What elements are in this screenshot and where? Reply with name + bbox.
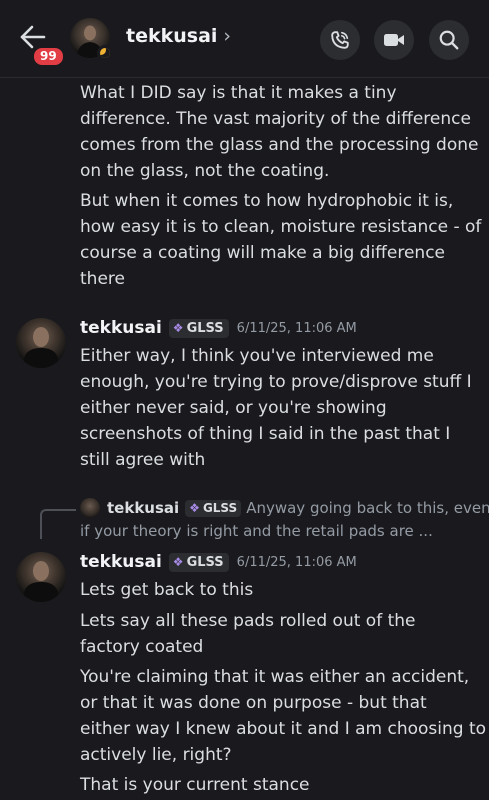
guild-tag[interactable]: ❖ GLSS bbox=[168, 552, 229, 572]
message-text-line: Lets get back to this bbox=[80, 580, 254, 600]
reply-connector bbox=[40, 509, 76, 539]
author-name[interactable]: tekkusai bbox=[80, 318, 162, 338]
message-text-line: or that it was done on purpose - but tha… bbox=[80, 693, 427, 713]
reply-snippet-continued: if your theory is right and the retail p… bbox=[80, 522, 433, 540]
author-name[interactable]: tekkusai bbox=[80, 552, 162, 572]
reply-author-name: tekkusai bbox=[107, 499, 180, 517]
search-icon bbox=[439, 30, 459, 50]
message-text-line: Either way, I think you've interviewed m… bbox=[80, 346, 434, 366]
phone-icon bbox=[331, 31, 349, 49]
message-text-line: Lets say all these pads rolled out of th… bbox=[80, 611, 416, 631]
message-text-line: What I DID say is that it makes a tiny bbox=[80, 83, 397, 103]
chat-header: 99 tekkusai › bbox=[0, 0, 489, 78]
author-avatar[interactable] bbox=[16, 318, 66, 368]
message-text-line: still agree with bbox=[80, 450, 206, 470]
author-avatar[interactable] bbox=[16, 552, 66, 602]
message-text-line: But when it comes to how hydrophobic it … bbox=[80, 191, 454, 211]
search-button[interactable] bbox=[429, 20, 469, 60]
message-text-line: difference. The vast majority of the dif… bbox=[80, 109, 471, 129]
message-timestamp: 6/11/25, 11:06 AM bbox=[236, 554, 357, 570]
guild-tag-label: GLSS bbox=[186, 320, 224, 336]
message-text-line: factory coated bbox=[80, 637, 204, 657]
voice-call-button[interactable] bbox=[320, 20, 360, 60]
unread-badge: 99 bbox=[32, 46, 65, 67]
message-text-line: how easy it is to clean, moisture resist… bbox=[80, 217, 482, 237]
reply-preview-row[interactable]: tekkusai ❖ GLSS Anyway going back to thi… bbox=[80, 498, 489, 518]
message-text-line: course a coating will make a big differe… bbox=[80, 243, 446, 263]
guild-tag[interactable]: ❖ GLSS bbox=[168, 318, 229, 338]
video-call-button[interactable] bbox=[374, 20, 414, 60]
message-text-line: screenshots of thing I said in the past … bbox=[80, 424, 451, 444]
guild-tag-label: GLSS bbox=[202, 500, 238, 515]
sparkle-gem-icon: ❖ bbox=[189, 500, 200, 515]
message-timestamp: 6/11/25, 11:06 AM bbox=[236, 320, 357, 336]
message-list[interactable]: What I DID say is that it makes a tiny d… bbox=[0, 78, 489, 800]
reply-guild-tag: ❖ GLSS bbox=[185, 499, 242, 517]
idle-status-icon bbox=[97, 45, 113, 61]
message-text-line: there bbox=[80, 269, 125, 289]
message-text-line: You're claiming that it was either an ac… bbox=[80, 667, 470, 687]
message-text-line: enough, you're trying to prove/disprove … bbox=[80, 372, 472, 392]
message-text-line: comes from the glass and the processing … bbox=[80, 135, 479, 155]
message-header: tekkusai ❖ GLSS 6/11/25, 11:06 AM bbox=[80, 552, 357, 572]
message-text-line: either way I knew about it and I am choo… bbox=[80, 719, 487, 739]
sparkle-gem-icon: ❖ bbox=[172, 554, 184, 569]
message-header: tekkusai ❖ GLSS 6/11/25, 11:06 AM bbox=[80, 318, 357, 338]
chevron-right-icon: › bbox=[223, 25, 232, 47]
header-avatar[interactable] bbox=[70, 18, 113, 61]
guild-tag-label: GLSS bbox=[186, 554, 224, 570]
reply-avatar bbox=[80, 498, 100, 518]
header-username: tekkusai bbox=[126, 25, 218, 47]
message-text-line: actively lie, right? bbox=[80, 745, 232, 765]
sparkle-gem-icon: ❖ bbox=[172, 320, 184, 335]
message-text-line: either never said, or you're showing bbox=[80, 398, 387, 418]
video-camera-icon bbox=[384, 34, 404, 46]
channel-title[interactable]: tekkusai › bbox=[126, 25, 231, 47]
message-text-line: That is your current stance bbox=[80, 775, 310, 795]
message-text-line: on the glass, not the coating. bbox=[80, 161, 330, 181]
reply-snippet: Anyway going back to this, even bbox=[246, 499, 489, 517]
